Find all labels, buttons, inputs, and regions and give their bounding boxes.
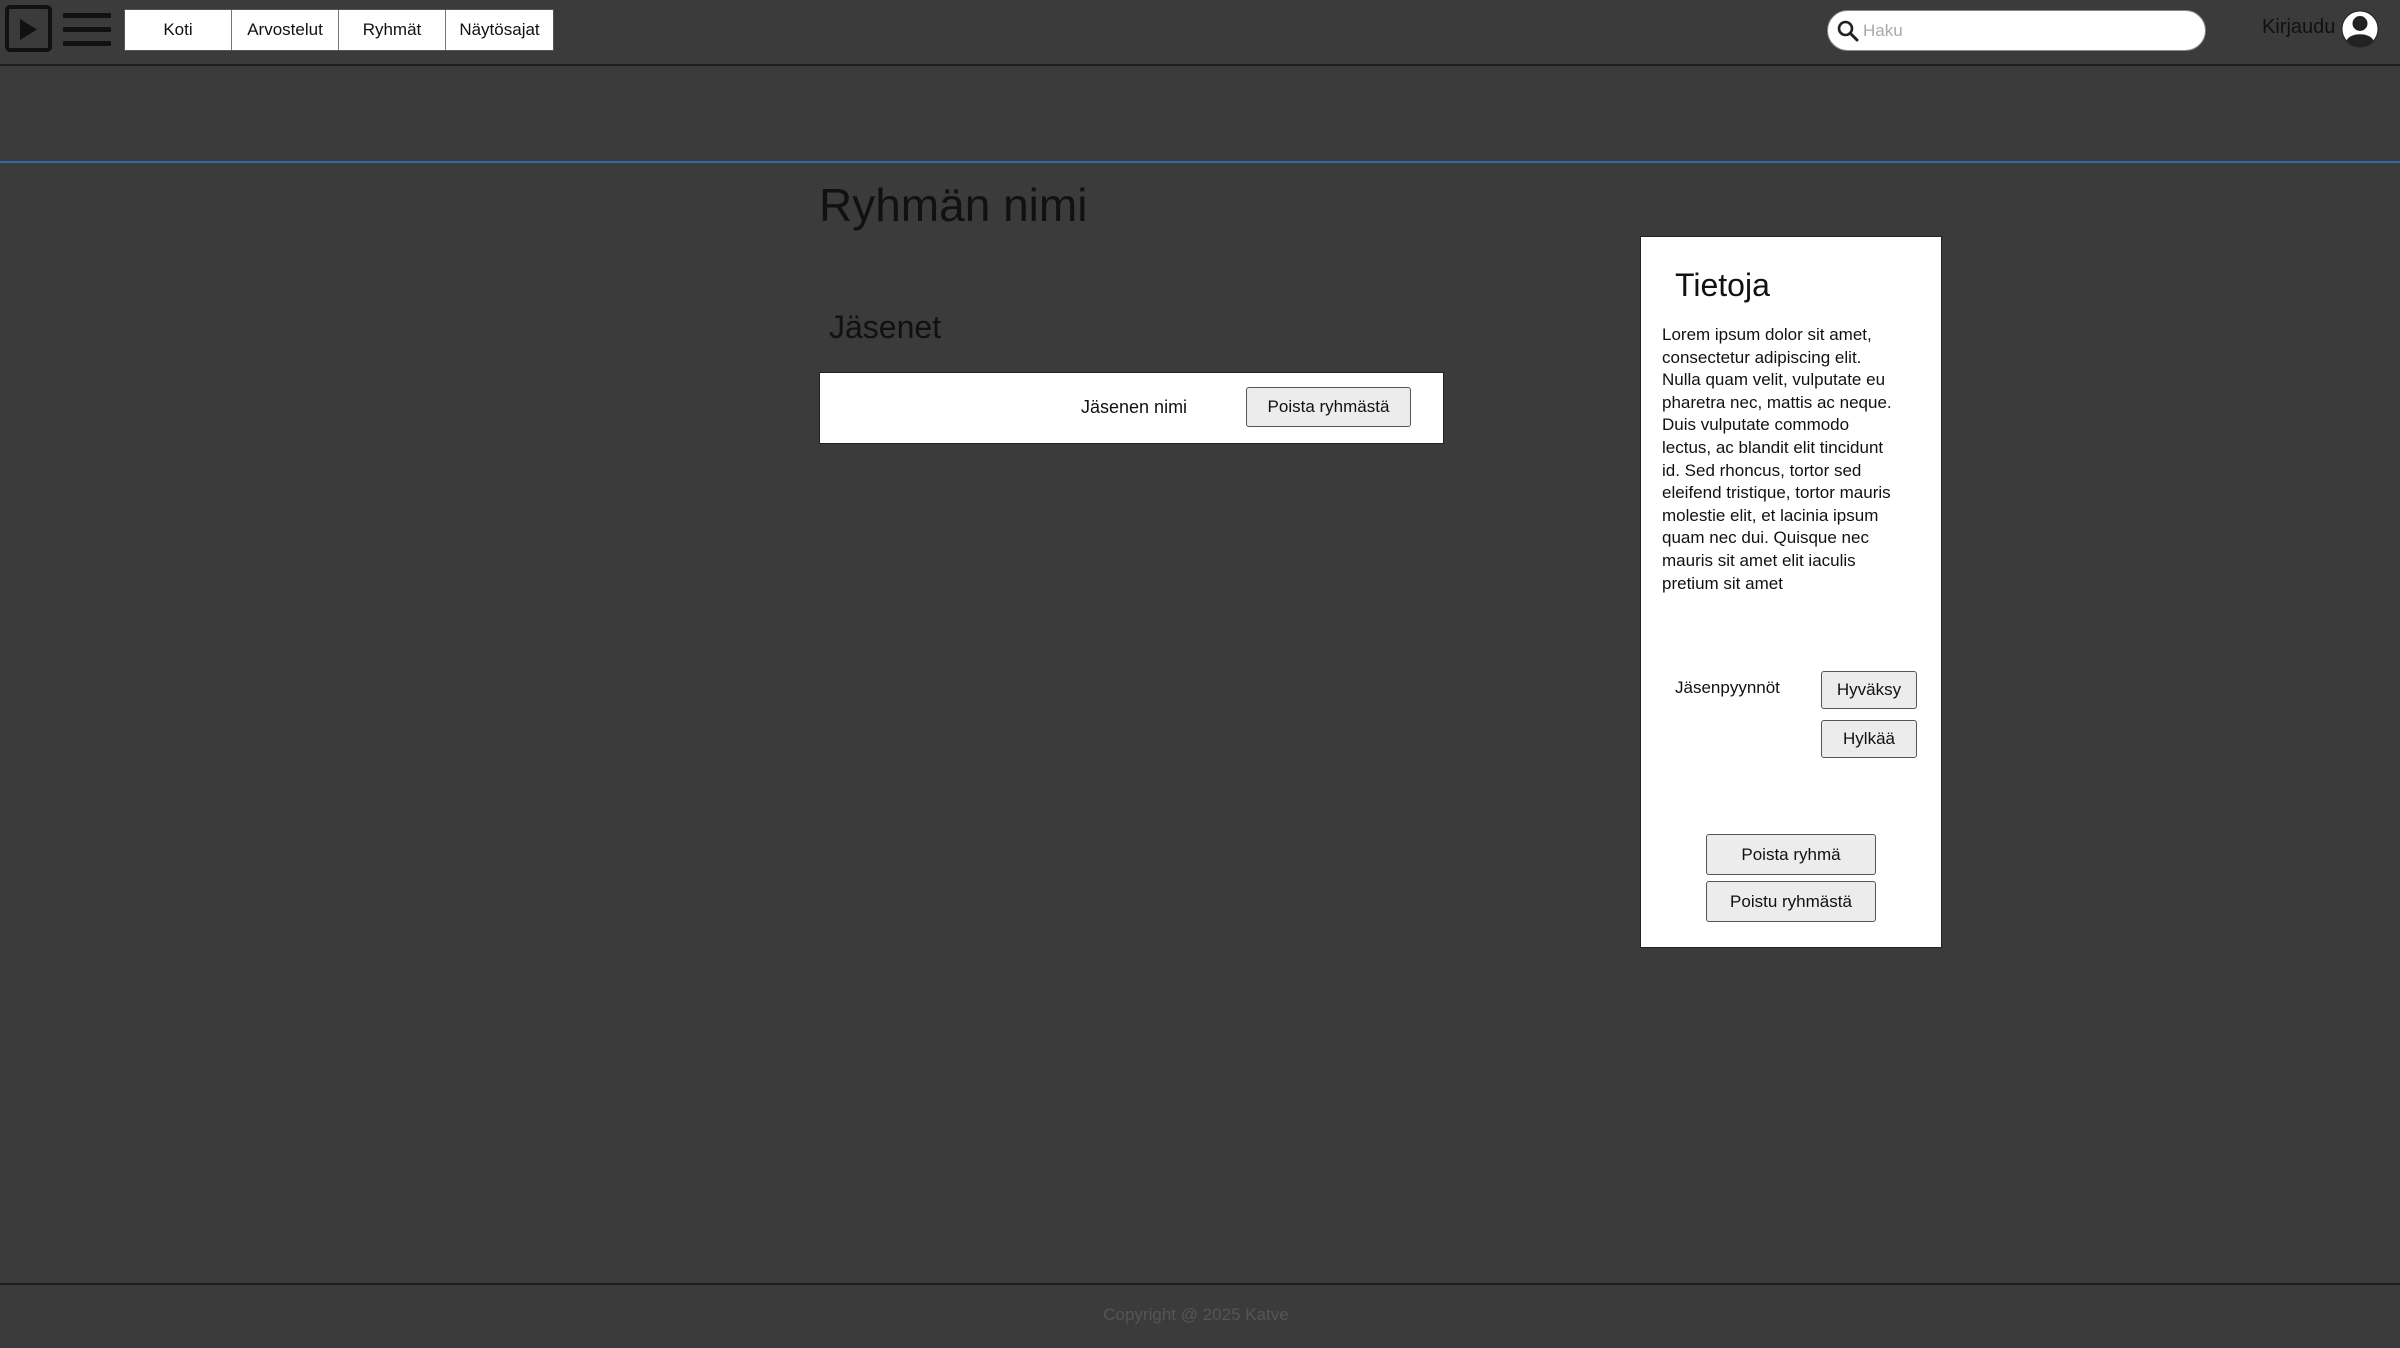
info-panel-title: Tietoja (1675, 267, 1770, 303)
info-panel: Tietoja Lorem ipsum dolor sit amet, cons… (1640, 236, 1942, 948)
top-navigation-bar: Koti Arvostelut Ryhmät Näytösajat Kirjau… (0, 0, 2400, 66)
header-divider (0, 161, 2400, 163)
delete-group-button[interactable]: Poista ryhmä (1706, 834, 1876, 875)
accept-request-button[interactable]: Hyväksy (1821, 671, 1917, 709)
copyright-text: Copyright @ 2025 Katve (1103, 1305, 1289, 1324)
member-requests-label: Jäsenpyynnöt (1675, 678, 1780, 697)
member-list-item: Jäsenen nimi Poista ryhmästä (819, 372, 1444, 444)
nav-tabs: Koti Arvostelut Ryhmät Näytösajat (124, 9, 554, 51)
tab-ryhmat[interactable]: Ryhmät (339, 10, 446, 50)
group-description: Lorem ipsum dolor sit amet, consectetur … (1662, 325, 1892, 593)
footer-divider (0, 1283, 2400, 1285)
tab-arvostelut[interactable]: Arvostelut (232, 10, 339, 50)
member-name: Jäsenen nimi (1081, 397, 1188, 417)
page-title: Ryhmän nimi (819, 179, 1088, 231)
hamburger-menu-icon[interactable] (63, 13, 111, 47)
search-input[interactable] (1861, 15, 2191, 46)
user-avatar-icon[interactable] (2341, 10, 2379, 48)
leave-group-button[interactable]: Poistu ryhmästä (1706, 881, 1876, 922)
play-icon[interactable] (5, 5, 52, 52)
search-icon (1837, 20, 1859, 42)
login-link[interactable]: Kirjaudu (2262, 16, 2335, 39)
reject-request-button[interactable]: Hylkää (1821, 720, 1917, 758)
remove-member-button[interactable]: Poista ryhmästä (1246, 387, 1411, 427)
search-box (1827, 10, 2206, 51)
tab-koti[interactable]: Koti (125, 10, 232, 50)
tab-naytosajat[interactable]: Näytösajat (446, 10, 553, 50)
members-heading: Jäsenet (829, 309, 942, 345)
